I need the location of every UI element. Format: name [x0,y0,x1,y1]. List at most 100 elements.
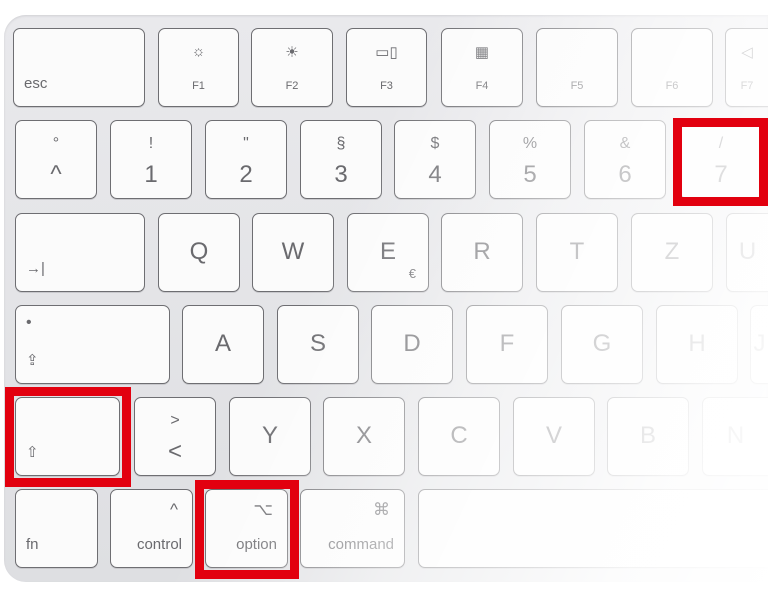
key-label: F5 [570,80,584,92]
key-label: S [309,330,326,357]
key-label: § [336,135,346,152]
key-z[interactable]: Z [631,213,713,292]
key-label: ! [148,135,154,152]
mission-control-icon: ▭▯ [375,44,398,61]
key-label: % [522,135,538,152]
rewind-icon: ◁ [741,44,753,61]
key-c[interactable]: C [418,397,500,476]
key-v[interactable]: V [513,397,595,476]
control-icon: ^ [170,500,178,519]
key-label: 1 [144,161,158,188]
launchpad-icon: ▦ [474,44,490,61]
key-label: " [243,135,249,152]
key-label: Y [261,422,278,449]
key-1[interactable]: ! 1 [110,120,192,199]
key-6[interactable]: & 6 [584,120,666,199]
key-label: fn [26,536,39,553]
key-s[interactable]: S [277,305,359,384]
key-2[interactable]: " 2 [205,120,287,199]
key-label: B [639,422,656,449]
key-label: 5 [523,161,537,188]
caps-lock-icon: ⇪ [26,352,39,369]
brightness-down-icon: ☼ [191,43,206,60]
key-t[interactable]: T [536,213,618,292]
key-y[interactable]: Y [229,397,311,476]
key-label: V [545,422,562,449]
key-label: command [328,536,394,553]
key-label: D [403,330,421,357]
key-tab[interactable]: →| [15,213,145,292]
key-f2[interactable]: ☀ F2 [251,28,333,107]
key-control[interactable]: ^ control [110,489,193,568]
key-label: > [170,412,180,429]
key-e[interactable]: E € [347,213,429,292]
key-label: ° [52,135,60,152]
key-b[interactable]: B [607,397,689,476]
key-label: 6 [618,161,632,188]
tab-icon: →| [26,260,45,277]
key-w[interactable]: W [252,213,334,292]
key-label: U [738,238,757,265]
key-label: F7 [740,80,754,92]
key-label: ^ [50,161,62,188]
key-5[interactable]: % 5 [489,120,571,199]
highlight-key-shift [5,387,131,487]
highlight-key-option [195,480,299,579]
key-label: T [569,238,585,265]
key-f4[interactable]: ▦ F4 [441,28,523,107]
key-label: 4 [428,161,442,188]
key-label: Z [664,238,680,265]
key-f[interactable]: F [466,305,548,384]
key-f7[interactable]: ◁ F7 [725,28,768,107]
key-j[interactable]: J [750,305,768,384]
key-g[interactable]: G [561,305,643,384]
key-u[interactable]: U [726,213,768,292]
key-n[interactable]: N [702,397,768,476]
key-circumflex[interactable]: ° ^ [15,120,97,199]
key-4[interactable]: $4 [394,120,476,199]
key-space[interactable] [418,489,768,568]
key-f6[interactable]: F6 [631,28,713,107]
key-h[interactable]: H [656,305,738,384]
key-esc[interactable]: esc [13,28,145,107]
key-command[interactable]: ⌘ command [300,489,405,568]
key-label: G [592,330,612,357]
key-label: C [450,422,468,449]
key-label: X [355,422,372,449]
key-a[interactable]: A [182,305,264,384]
key-label: J [753,330,766,357]
key-d[interactable]: D [371,305,453,384]
key-angle-brackets[interactable]: > < [134,397,216,476]
key-label: control [136,536,182,553]
key-x[interactable]: X [323,397,405,476]
key-q[interactable]: Q [158,213,240,292]
key-f1[interactable]: ☼ F1 [158,28,239,107]
key-label: F2 [285,80,299,92]
highlight-key-7 [673,118,768,206]
brightness-up-icon: ☀ [285,44,299,61]
key-label: & [619,135,631,152]
key-label: W [281,238,305,265]
key-f5[interactable]: F5 [536,28,618,107]
key-caps-lock[interactable]: • ⇪ [15,305,170,384]
key-label: $ [430,135,440,152]
key-r[interactable]: R [441,213,523,292]
key-label: F6 [665,80,679,92]
key-label: 3 [334,161,348,188]
key-label: A [214,330,231,357]
key-label: F [499,330,515,357]
key-label: E [379,238,396,265]
key-label: Q [189,238,209,265]
key-fn[interactable]: fn [15,489,98,568]
key-label: < [167,438,182,465]
key-label: R [473,238,491,265]
key-f3[interactable]: ▭▯ F3 [346,28,427,107]
key-label: H [688,330,706,357]
key-label: N [726,422,745,449]
command-icon: ⌘ [373,500,390,519]
key-label: F1 [192,80,205,92]
key-3[interactable]: § 3 [300,120,382,199]
key-label: esc [24,75,48,92]
key-label: • [26,314,32,331]
key-label: € [408,266,416,281]
